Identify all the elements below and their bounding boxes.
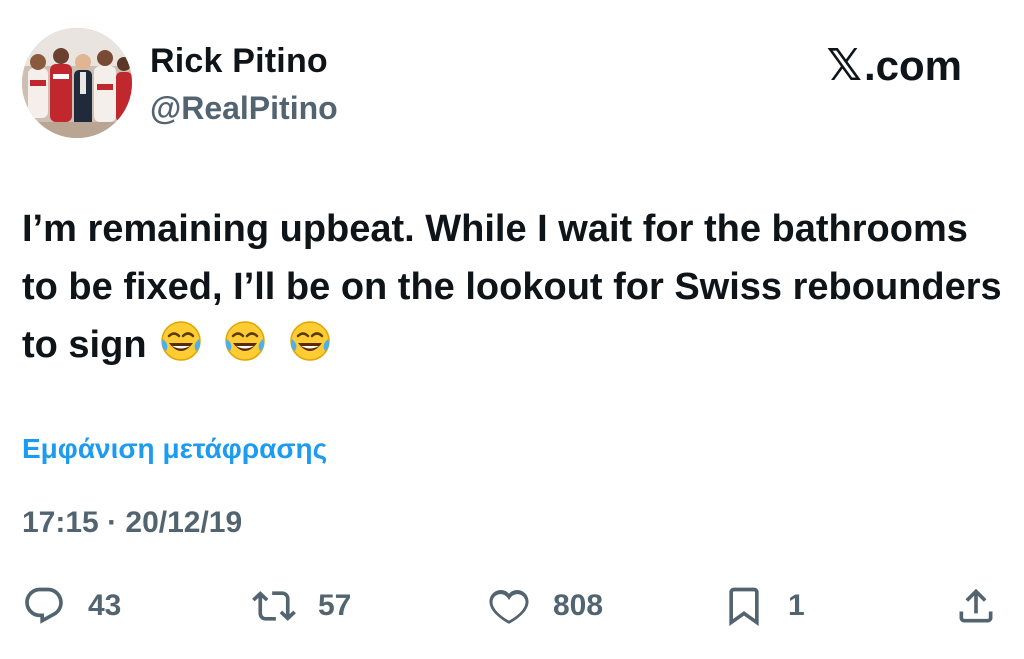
tears-of-joy-emoji-icon <box>289 321 330 361</box>
action-bar: 43 57 808 1 <box>22 580 998 632</box>
reply-count: 43 <box>88 589 122 622</box>
bookmark-button[interactable]: 1 <box>722 580 805 632</box>
tweet-timestamp[interactable]: 17:15 · 20/12/19 <box>22 506 242 540</box>
user-handle[interactable]: @RealPitino <box>150 90 338 127</box>
x-logo-icon: 𝕏 <box>826 41 862 90</box>
share-button[interactable] <box>954 580 998 632</box>
share-icon <box>959 588 993 623</box>
heart-icon <box>489 590 529 624</box>
retweet-icon <box>252 591 296 621</box>
reply-icon <box>25 587 63 624</box>
display-name[interactable]: Rick Pitino <box>150 42 328 81</box>
retweet-count: 57 <box>318 589 352 622</box>
bookmark-count: 1 <box>788 589 805 622</box>
avatar[interactable] <box>22 28 132 138</box>
like-count: 808 <box>553 589 604 622</box>
like-button[interactable]: 808 <box>487 580 603 632</box>
bookmark-icon <box>729 587 759 627</box>
tears-of-joy-emoji-icon <box>225 321 265 361</box>
reply-button[interactable]: 43 <box>22 580 121 632</box>
retweet-button[interactable]: 57 <box>252 580 351 632</box>
brand-label: .com <box>863 41 962 89</box>
x-com-logo: 𝕏 .com <box>827 40 962 91</box>
show-translation-link[interactable]: Εμφάνιση μετάφρασης <box>22 433 327 465</box>
tears-of-joy-emoji-icon <box>160 321 201 361</box>
tweet-text: I’m remaining upbeat. While I wait for t… <box>22 200 1002 380</box>
avatar-photo <box>22 28 132 138</box>
emoji-group <box>159 319 342 380</box>
